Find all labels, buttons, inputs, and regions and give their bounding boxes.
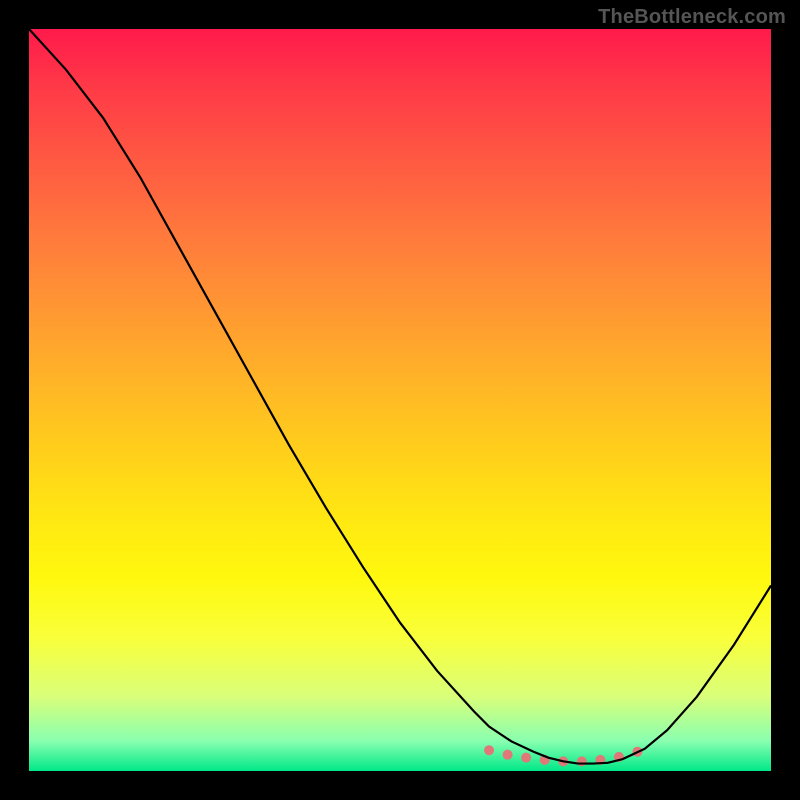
curve-markers <box>484 745 642 766</box>
curve-marker <box>484 745 494 755</box>
chart-svg <box>29 29 771 771</box>
curve-marker <box>521 753 531 763</box>
curve-marker <box>577 756 587 766</box>
curve-marker <box>503 750 513 760</box>
watermark-text: TheBottleneck.com <box>598 6 786 29</box>
curve-line <box>29 29 771 764</box>
plot-area <box>29 29 771 771</box>
chart-stage: TheBottleneck.com <box>0 0 800 800</box>
